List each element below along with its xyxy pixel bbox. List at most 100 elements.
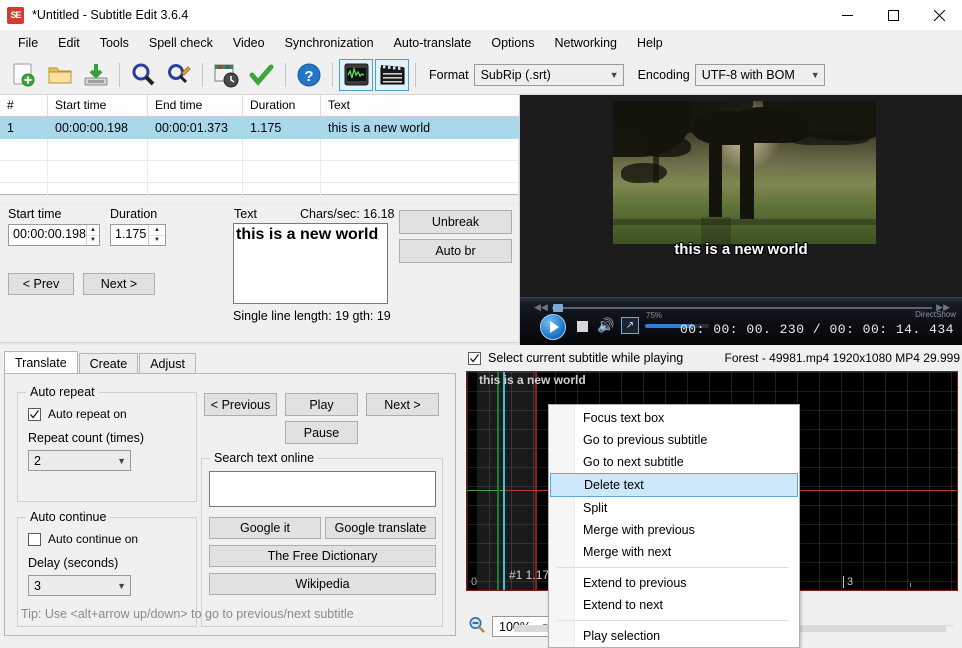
google-it-button[interactable]: Google it bbox=[209, 517, 321, 539]
previous-button[interactable]: < Previous bbox=[204, 393, 277, 416]
repeat-count-select[interactable]: 2 ▼ bbox=[28, 450, 131, 471]
seek-thumb[interactable] bbox=[553, 304, 563, 312]
help-icon[interactable]: ? bbox=[291, 58, 327, 92]
waveform-context-menu[interactable]: Focus text box Go to previous subtitle G… bbox=[548, 404, 800, 648]
context-menu-separator bbox=[557, 620, 789, 621]
auto-repeat-checkbox[interactable]: Auto repeat on bbox=[28, 407, 127, 421]
spin-up-icon[interactable]: ▲ bbox=[149, 225, 165, 236]
menu-file[interactable]: File bbox=[8, 32, 48, 54]
duration-spin-buttons[interactable]: ▲ ▼ bbox=[148, 225, 165, 245]
rewind-icon[interactable]: ◀◀ bbox=[534, 302, 548, 313]
stop-icon[interactable] bbox=[577, 321, 588, 332]
table-row[interactable]: 1 00:00:00.198 00:00:01.373 1.175 this i… bbox=[0, 117, 519, 139]
delay-select[interactable]: 3 ▼ bbox=[28, 575, 131, 596]
menu-item-go-to-next-subtitle[interactable]: Go to next subtitle bbox=[549, 451, 799, 473]
subtitle-text-input[interactable]: this is a new world bbox=[233, 223, 388, 304]
menu-video[interactable]: Video bbox=[223, 32, 275, 54]
menu-item-go-to-previous-subtitle[interactable]: Go to previous subtitle bbox=[549, 429, 799, 451]
duration-input[interactable]: 1.175 bbox=[111, 225, 148, 245]
start-time-input[interactable]: 00:00:00.198 bbox=[9, 225, 86, 245]
menu-item-merge-with-next[interactable]: Merge with next bbox=[549, 541, 799, 563]
current-subtitle-editor: Start time 00:00:00.198 ▲ ▼ Duration 1.1… bbox=[0, 196, 520, 344]
column-duration[interactable]: Duration bbox=[243, 95, 321, 116]
start-time-stepper[interactable]: 00:00:00.198 ▲ ▼ bbox=[8, 224, 100, 246]
select-subtitle-label: Select current subtitle while playing bbox=[488, 351, 684, 365]
google-translate-button[interactable]: Google translate bbox=[325, 517, 436, 539]
tab-adjust[interactable]: Adjust bbox=[139, 353, 196, 374]
menu-item-extend-to-next[interactable]: Extend to next bbox=[549, 594, 799, 616]
maximize-button[interactable] bbox=[870, 0, 916, 31]
menu-networking[interactable]: Networking bbox=[544, 32, 627, 54]
new-file-icon[interactable] bbox=[6, 58, 42, 92]
find-icon[interactable] bbox=[125, 58, 161, 92]
spin-down-icon[interactable]: ▼ bbox=[149, 236, 165, 246]
wikipedia-button[interactable]: Wikipedia bbox=[209, 573, 436, 595]
column-text[interactable]: Text bbox=[321, 95, 519, 116]
fullscreen-icon[interactable]: ↗ bbox=[621, 317, 639, 334]
auto-continue-checkbox[interactable]: Auto continue on bbox=[28, 532, 138, 546]
open-folder-icon[interactable] bbox=[42, 58, 78, 92]
checkbox-unchecked-icon[interactable] bbox=[28, 532, 41, 546]
play-icon[interactable] bbox=[540, 314, 566, 340]
video-frame[interactable] bbox=[613, 101, 876, 244]
waveform-region-start-marker[interactable] bbox=[497, 372, 499, 590]
spin-up-icon[interactable]: ▲ bbox=[87, 225, 99, 236]
search-input[interactable] bbox=[209, 471, 436, 507]
close-button[interactable] bbox=[916, 0, 962, 31]
cell-number: 1 bbox=[7, 121, 14, 135]
column-end-time[interactable]: End time bbox=[148, 95, 243, 116]
next-button[interactable]: Next > bbox=[366, 393, 439, 416]
waveform-toggle-icon[interactable] bbox=[339, 58, 373, 91]
menu-item-split[interactable]: Split bbox=[549, 497, 799, 519]
next-button[interactable]: Next > bbox=[83, 273, 155, 295]
speaker-icon[interactable]: 🔊 bbox=[597, 318, 614, 332]
prev-button[interactable]: < Prev bbox=[8, 273, 74, 295]
pause-button[interactable]: Pause bbox=[285, 421, 358, 444]
line-length-status: Single line length: 19 gth: 19 bbox=[233, 309, 391, 323]
unbreak-button[interactable]: Unbreak bbox=[399, 210, 512, 234]
duration-stepper[interactable]: 1.175 ▲ ▼ bbox=[110, 224, 166, 246]
play-button[interactable]: Play bbox=[285, 393, 358, 416]
tab-create[interactable]: Create bbox=[78, 353, 139, 374]
waveform-subtitle-region[interactable] bbox=[477, 372, 537, 590]
menu-synchronization[interactable]: Synchronization bbox=[275, 32, 384, 54]
encoding-select[interactable]: UTF-8 with BOM ▼ bbox=[694, 63, 825, 86]
spell-check-icon[interactable] bbox=[244, 58, 280, 92]
format-select[interactable]: SubRip (.srt) ▼ bbox=[473, 63, 624, 86]
seek-track[interactable] bbox=[552, 307, 932, 309]
subtitle-list[interactable]: # Start time End time Duration Text 1 00… bbox=[0, 95, 520, 205]
video-file-info: Forest - 49981.mp4 1920x1080 MP4 29.999 bbox=[724, 351, 961, 365]
waveform-playhead[interactable] bbox=[503, 372, 505, 590]
menu-item-extend-to-previous[interactable]: Extend to previous bbox=[549, 572, 799, 594]
window-controls bbox=[824, 0, 962, 31]
sync-time-icon[interactable] bbox=[208, 58, 244, 92]
checkbox-checked-icon[interactable] bbox=[28, 407, 41, 421]
menu-auto-translate[interactable]: Auto-translate bbox=[384, 32, 482, 54]
menu-item-play-selection[interactable]: Play selection bbox=[549, 625, 799, 647]
zoom-out-icon[interactable] bbox=[468, 616, 486, 637]
table-row-empty[interactable] bbox=[0, 161, 519, 183]
chevron-down-icon: ▼ bbox=[117, 580, 126, 591]
seek-bar[interactable]: ◀◀ ▶▶ bbox=[520, 302, 962, 314]
column-number[interactable]: # bbox=[0, 95, 48, 116]
spin-down-icon[interactable]: ▼ bbox=[87, 236, 99, 246]
replace-icon[interactable] bbox=[161, 58, 197, 92]
menu-item-focus-text-box[interactable]: Focus text box bbox=[549, 407, 799, 429]
minimize-button[interactable] bbox=[824, 0, 870, 31]
select-subtitle-checkbox[interactable] bbox=[468, 351, 481, 365]
free-dictionary-button[interactable]: The Free Dictionary bbox=[209, 545, 436, 567]
menu-spell-check[interactable]: Spell check bbox=[139, 32, 223, 54]
menu-item-delete-text[interactable]: Delete text bbox=[550, 473, 798, 497]
table-row-empty[interactable] bbox=[0, 139, 519, 161]
video-toggle-icon[interactable] bbox=[375, 58, 409, 91]
menu-item-merge-with-previous[interactable]: Merge with previous bbox=[549, 519, 799, 541]
save-icon[interactable] bbox=[78, 58, 114, 92]
tab-translate[interactable]: Translate bbox=[4, 351, 78, 374]
menu-tools[interactable]: Tools bbox=[90, 32, 139, 54]
menu-help[interactable]: Help bbox=[627, 32, 673, 54]
auto-br-button[interactable]: Auto br bbox=[399, 239, 512, 263]
column-start-time[interactable]: Start time bbox=[48, 95, 148, 116]
start-time-spin-buttons[interactable]: ▲ ▼ bbox=[86, 225, 99, 245]
menu-edit[interactable]: Edit bbox=[48, 32, 90, 54]
menu-options[interactable]: Options bbox=[481, 32, 544, 54]
